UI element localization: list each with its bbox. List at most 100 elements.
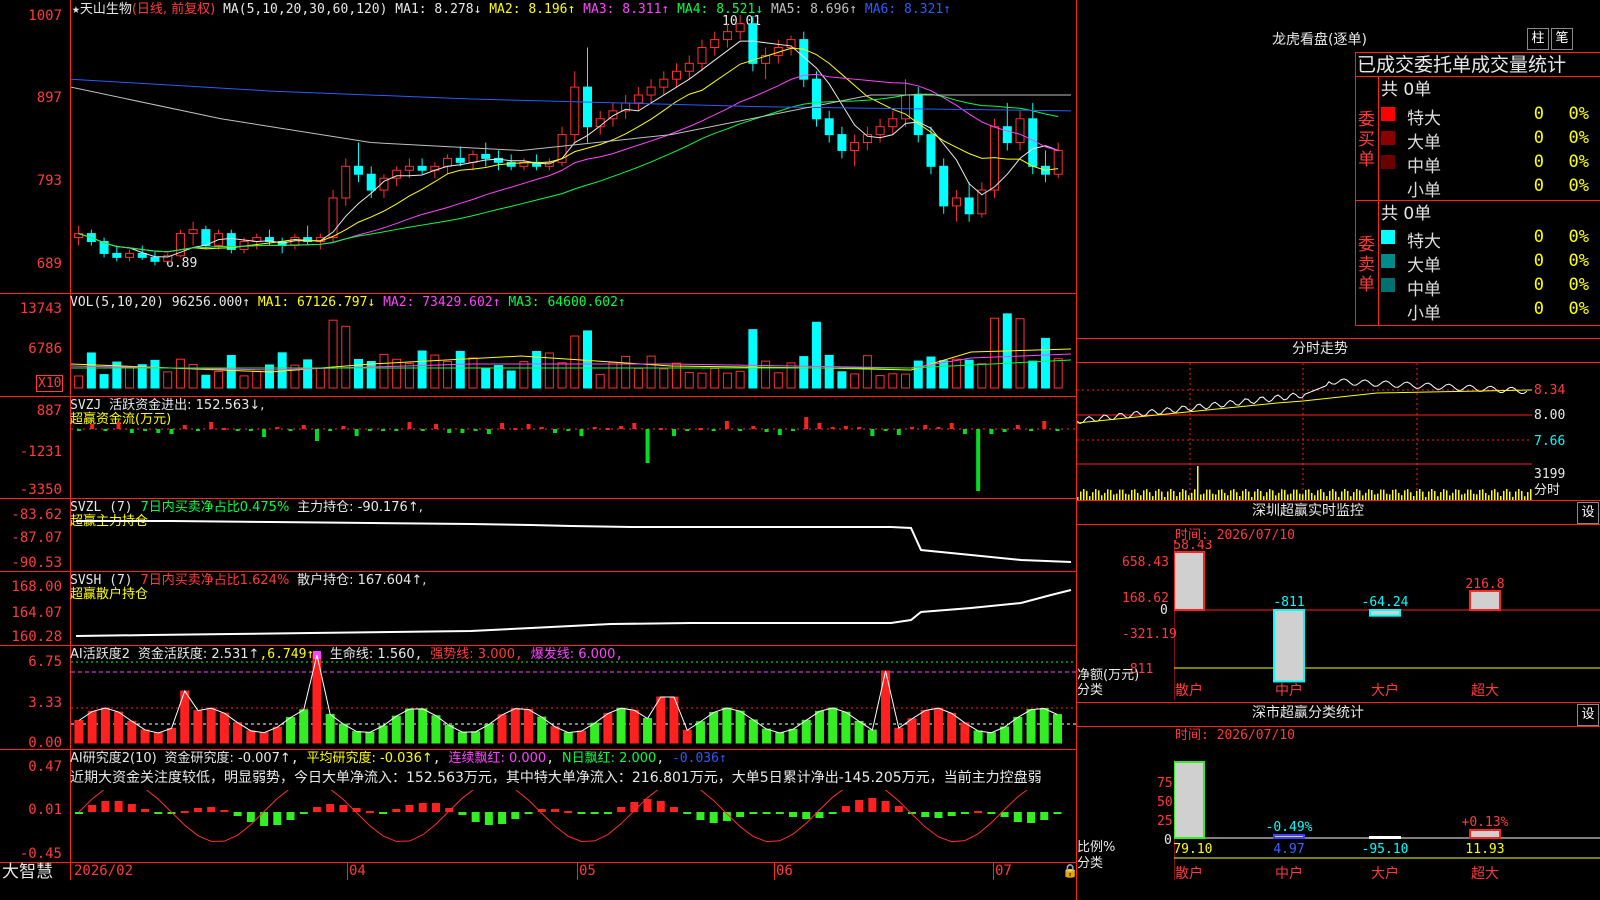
ai-active-axis-2: 3.33 (28, 695, 62, 711)
volume-bar (519, 361, 529, 389)
candle (188, 229, 198, 235)
order-color-swatch (1381, 155, 1395, 169)
svzj-bar (632, 423, 637, 429)
sz-bar (1174, 551, 1205, 611)
order-color-swatch (1381, 107, 1395, 121)
svzj-bar (367, 429, 372, 431)
ai-active-bar (695, 721, 705, 744)
ai-active-bar (643, 718, 653, 744)
svzj-bar (288, 429, 293, 431)
buy-rows: 特大 0 0% 大单 0 0% 中单 0 0% 小单 0 0% (1379, 102, 1600, 201)
ai-active-bar (1026, 709, 1036, 744)
volume-bar (328, 319, 338, 389)
svzj-bar (698, 428, 703, 430)
fs-vol-bar (1431, 489, 1433, 500)
svzj-bar (1055, 429, 1060, 431)
main-chart-area[interactable]: ★天山生物(日线, 前复权) MA(5,10,20,30,60,120) MA1… (0, 0, 1078, 900)
ai-research-bar (1027, 812, 1036, 823)
svzj-bar (116, 422, 121, 429)
svzj-bar (923, 425, 928, 429)
fs-vol-bar (1254, 491, 1256, 500)
dragon-title: 龙虎看盘(逐单) (1272, 32, 1367, 48)
fs-vol-bar (1224, 492, 1226, 500)
candlestick-chart[interactable] (71, 0, 1076, 293)
candle (582, 86, 592, 128)
volume-bar (570, 335, 580, 389)
right-panel: 龙虎看盘(逐单) 柱 笔 已成交委托单成交量统计 委买单 委卖单 共 0单 特大… (1077, 0, 1600, 900)
fenshi-axis-1: 8.34 (1534, 383, 1566, 398)
fs-vol-bar (1506, 489, 1508, 500)
sz-bar (1469, 589, 1501, 611)
ai-active-bar (682, 729, 692, 744)
sm-bar (1174, 761, 1205, 839)
ai-research-bar (365, 811, 374, 813)
order-color-swatch (1381, 230, 1395, 244)
volume-bar (990, 317, 1000, 389)
sm-category: 超大 (1471, 866, 1499, 882)
sz-axis-4: -321.19 (1122, 627, 1177, 642)
volume-bar (786, 362, 796, 389)
volume-bar (888, 373, 898, 389)
fs-vol-bar (1137, 492, 1139, 500)
ai-research-label: AI研究度2(10) (70, 751, 157, 766)
ai-research-bar (431, 803, 440, 812)
ai-active-bar (338, 723, 348, 744)
ai-active-bar (656, 696, 666, 744)
sm-category: 中户 (1275, 865, 1303, 882)
ai-active-bar (920, 709, 930, 744)
sm-settings-button[interactable]: 设 (1577, 704, 1599, 726)
svzj-bar (1015, 425, 1020, 429)
volume-bar (252, 370, 262, 389)
order-color-swatch (1381, 179, 1395, 193)
fs-vol-bar (1083, 489, 1085, 500)
volume-bar (926, 356, 936, 389)
ai-active-bar (1039, 707, 1049, 744)
svzj-bar (552, 429, 557, 433)
fs-vol-bar (1221, 489, 1223, 500)
svzj-bar (407, 422, 412, 429)
order-row: 中单 0 0% (1379, 273, 1589, 300)
candle (697, 47, 707, 64)
candle (684, 62, 694, 72)
svzj-bar (910, 427, 915, 429)
sm-ylabel: 比例% (1077, 840, 1116, 855)
ai-research-bar (180, 811, 189, 813)
volume-bar (837, 371, 847, 389)
fs-vol-bar (1110, 489, 1112, 500)
fs-vol-bar (1149, 492, 1151, 500)
sm-value-label: -95.10 (1362, 842, 1409, 857)
sm-value-label: 11.93 (1465, 842, 1504, 857)
ai-active-bar (814, 710, 824, 744)
ai-research-bar (670, 807, 678, 812)
ai-research-bar (405, 805, 414, 812)
fs-vol-bar (1440, 492, 1442, 500)
ai-research-bar (458, 812, 467, 815)
column-view-button[interactable]: 柱 (1527, 28, 1549, 50)
ai-research-chart (74, 790, 1062, 843)
date-label-1: 2026/02 (74, 863, 134, 879)
sz-settings-button[interactable]: 设 (1577, 502, 1599, 524)
ai-research-bar (868, 798, 877, 812)
ai-active-bar (74, 720, 84, 744)
svzj-bar (486, 429, 491, 434)
order-color-swatch (1381, 131, 1395, 145)
ai-active-bar (299, 709, 309, 744)
volume-bar (811, 321, 821, 389)
intraday-chart[interactable] (1077, 363, 1532, 500)
svzj-bar (672, 429, 676, 436)
candle (837, 134, 847, 151)
fs-vol-bar (1410, 492, 1412, 500)
ai-research-bar (326, 804, 335, 812)
order-type: 小单 (1407, 304, 1441, 324)
ai-research-bar (881, 801, 890, 812)
fs-vol-bar (1485, 492, 1487, 500)
sm-category: 散户 (1175, 865, 1203, 882)
ai-active-bar (907, 718, 917, 744)
candle (735, 23, 745, 33)
fs-vol-bar (1191, 492, 1193, 500)
svzj-bar (883, 429, 888, 431)
volume-bar (341, 325, 351, 389)
ai-research-bar (1053, 812, 1062, 814)
tick-view-button[interactable]: 笔 (1551, 28, 1573, 50)
svzj-bar (209, 422, 214, 429)
